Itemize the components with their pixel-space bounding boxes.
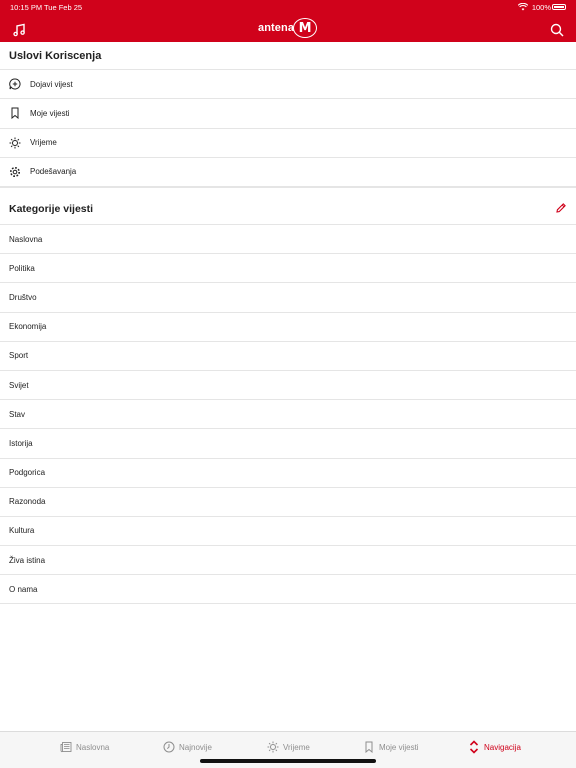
bookmark-icon [9, 107, 21, 120]
logo-text: antena [258, 22, 295, 34]
logo-mark: M [293, 18, 318, 38]
add-comment-icon [9, 78, 21, 90]
category-item[interactable]: Ekonomija [0, 313, 576, 342]
category-item[interactable]: Istorija [0, 429, 576, 459]
tab-naslovna[interactable]: Naslovna [60, 739, 109, 755]
status-date: Tue Feb 25 [44, 3, 83, 12]
categories-header: Kategorije vijesti [0, 187, 576, 225]
app-header: 10:15 PM Tue Feb 25 100% antena M [0, 0, 576, 42]
navigation-content: Uslovi Koriscenja Dojavi vijest Moje vij… [0, 42, 576, 605]
category-item[interactable]: Politika [0, 254, 576, 284]
menu-item-moje-vijesti[interactable]: Moje vijesti [0, 99, 576, 129]
category-item[interactable]: Naslovna [0, 225, 576, 255]
menu-item-label: Vrijeme [30, 138, 57, 148]
battery-percent: 100% [531, 3, 551, 12]
search-icon [550, 23, 564, 37]
menu-item-label: Dojavi vijest [30, 79, 73, 89]
status-time: 10:15 PM [10, 3, 43, 12]
menu-item-vrijeme[interactable]: Vrijeme [0, 129, 576, 158]
tab-vrijeme[interactable]: Vrijeme [267, 739, 310, 755]
category-item[interactable]: Podgorica [0, 459, 576, 488]
category-list: Naslovna Politika Društvo Ekonomija Spor… [0, 225, 576, 605]
category-item[interactable]: O nama [0, 575, 576, 605]
category-item[interactable]: Društvo [0, 283, 576, 313]
category-item[interactable]: Svijet [0, 371, 576, 401]
music-button[interactable] [9, 20, 29, 40]
search-button[interactable] [547, 20, 567, 40]
category-item[interactable]: Kultura [0, 517, 576, 547]
tab-moje-vijesti[interactable]: Moje vijesti [363, 739, 419, 755]
category-item[interactable]: Razonoda [0, 488, 576, 517]
newspaper-icon [60, 741, 72, 753]
battery-icon [552, 4, 566, 10]
menu-item-dojavi-vijest[interactable]: Dojavi vijest [0, 70, 576, 100]
gear-icon [9, 166, 21, 178]
menu-item-label: Podešavanja [30, 167, 77, 177]
categories-title: Kategorije vijesti [9, 203, 94, 215]
edit-categories-button[interactable] [555, 202, 567, 217]
terms-of-use-link[interactable]: Uslovi Koriscenja [0, 42, 576, 70]
bookmark-icon [363, 741, 375, 753]
tab-label: Moje vijesti [379, 742, 419, 752]
category-item[interactable]: Stav [0, 400, 576, 430]
tab-najnovije[interactable]: Najnovije [163, 739, 212, 755]
chevron-up-down-icon [468, 740, 480, 754]
menu-item-podesavanja[interactable]: Podešavanja [0, 158, 576, 187]
tab-label: Navigacija [484, 742, 521, 752]
wifi-icon [517, 2, 529, 13]
tab-navigacija[interactable]: Navigacija [468, 739, 521, 755]
home-indicator [200, 759, 376, 763]
category-item[interactable]: Sport [0, 342, 576, 371]
menu-item-label: Moje vijesti [30, 108, 70, 118]
music-note-icon [13, 23, 25, 37]
pencil-icon [556, 202, 566, 213]
tab-label: Naslovna [76, 742, 110, 752]
sun-icon [267, 741, 279, 753]
antena-m-logo[interactable]: antena M [258, 17, 318, 39]
tab-label: Vrijeme [283, 742, 310, 752]
category-item[interactable]: Živa istina [0, 546, 576, 576]
tab-label: Najnovije [179, 742, 212, 752]
clock-icon [163, 741, 175, 753]
sun-icon [9, 137, 21, 149]
status-bar: 10:15 PM Tue Feb 25 100% [0, 0, 576, 14]
